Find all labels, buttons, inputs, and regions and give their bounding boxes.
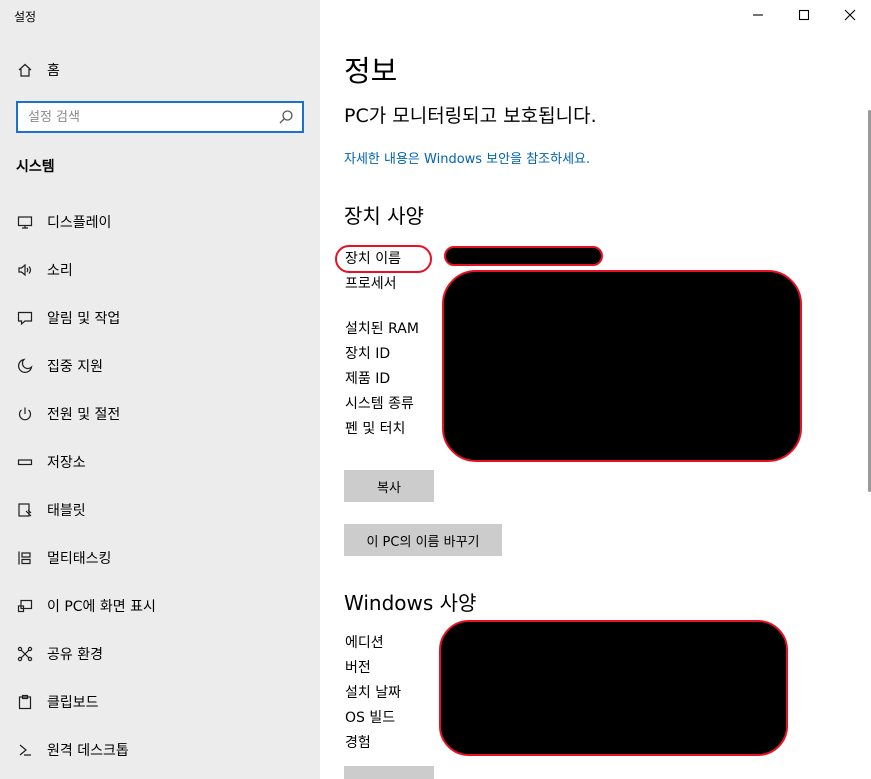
search-input[interactable] [28,108,268,126]
rename-pc-button[interactable]: 이 PC의 이름 바꾸기 [344,524,502,556]
sidebar-item-label: 홈 [47,63,60,79]
spec-label-experience: 경험 [345,735,371,751]
monitor-icon [16,213,34,231]
sidebar-item-label: 전원 및 절전 [47,407,121,423]
sidebar-item-remote-desktop[interactable]: 원격 데스크톱 [16,738,129,762]
sidebar-item-label: 저장소 [47,455,86,471]
search-box[interactable] [16,101,304,133]
home-icon [16,61,34,79]
spec-label-version: 버전 [345,660,371,676]
clipboard-icon [16,693,34,711]
sidebar-item-label: 공유 환경 [47,647,103,663]
sidebar-item-focus-assist[interactable]: 집중 지원 [16,354,103,378]
redacted-device-specs [442,270,802,462]
sidebar-item-multitasking[interactable]: 멀티태스킹 [16,546,111,570]
sidebar-item-label: 집중 지원 [47,359,103,375]
share-icon [16,645,34,663]
copy-button-partial[interactable] [344,766,434,779]
sidebar-item-sound[interactable]: 소리 [16,258,73,282]
multitasking-icon [16,549,34,567]
sidebar-item-clipboard[interactable]: 클립보드 [16,690,99,714]
windows-security-link[interactable]: 자세한 내용은 Windows 보안을 참조하세요. [344,148,590,167]
protection-message: PC가 모니터링되고 보호됩니다. [344,105,597,127]
close-icon [844,9,856,21]
sidebar-item-storage[interactable]: 저장소 [16,450,86,474]
spec-label-os-build: OS 빌드 [345,710,396,726]
moon-icon [16,357,34,375]
sidebar-item-label: 태블릿 [47,503,86,519]
spec-label-pen-touch: 펜 및 터치 [345,421,406,437]
minimize-icon [753,14,763,16]
page-title: 정보 [344,54,398,88]
app-title: 설정 [14,10,37,24]
device-spec-heading: 장치 사양 [344,204,424,228]
spec-label-install-date: 설치 날짜 [345,685,401,701]
spec-label-edition: 에디션 [345,635,384,651]
maximize-icon [798,9,810,21]
windows-spec-heading: Windows 사양 [344,591,477,615]
spec-label-device-id: 장치 ID [345,346,391,362]
notification-icon [16,309,34,327]
spec-label-ram: 설치된 RAM [345,321,419,337]
speaker-icon [16,261,34,279]
sidebar-item-display[interactable]: 디스플레이 [16,210,111,234]
search-icon[interactable] [278,109,294,125]
project-icon [16,597,34,615]
copy-button[interactable]: 복사 [344,470,434,502]
sidebar-item-label: 디스플레이 [47,215,112,231]
sidebar-item-label: 멀티태스킹 [47,551,112,567]
redacted-device-name [444,246,603,266]
sidebar-item-label: 이 PC에 화면 표시 [47,599,156,615]
sidebar-item-label: 알림 및 작업 [47,311,121,327]
maximize-button[interactable] [781,0,827,30]
sidebar-item-share[interactable]: 공유 환경 [16,642,103,666]
spec-label-product-id: 제품 ID [345,371,391,387]
sidebar-item-label: 클립보드 [47,695,99,711]
redacted-windows-specs [439,620,788,756]
sidebar-item-label: 소리 [47,263,73,279]
sidebar-item-tablet[interactable]: 태블릿 [16,498,86,522]
sidebar-item-power[interactable]: 전원 및 절전 [16,402,120,426]
sidebar-item-project[interactable]: 이 PC에 화면 표시 [16,594,156,618]
main-panel: 정보 PC가 모니터링되고 보호됩니다. 자세한 내용은 Windows 보안을… [320,0,871,779]
minimize-button[interactable] [735,0,781,30]
annotation-circle [335,245,432,273]
sidebar-item-notifications[interactable]: 알림 및 작업 [16,306,120,330]
sidebar-item-label: 원격 데스크톱 [47,743,129,759]
storage-icon [16,453,34,471]
sidebar-item-home[interactable]: 홈 [16,58,60,82]
power-icon [16,405,34,423]
section-title: 시스템 [16,159,55,175]
spec-label-system-type: 시스템 종류 [345,396,414,412]
close-button[interactable] [827,0,871,30]
spec-label-processor: 프로세서 [345,276,397,292]
remote-desktop-icon [16,741,34,759]
tablet-icon [16,501,34,519]
sidebar: 설정 홈 시스템 디스플레이 소리 알림 및 작업 집중 지원 전원 및 절전 … [0,0,320,779]
